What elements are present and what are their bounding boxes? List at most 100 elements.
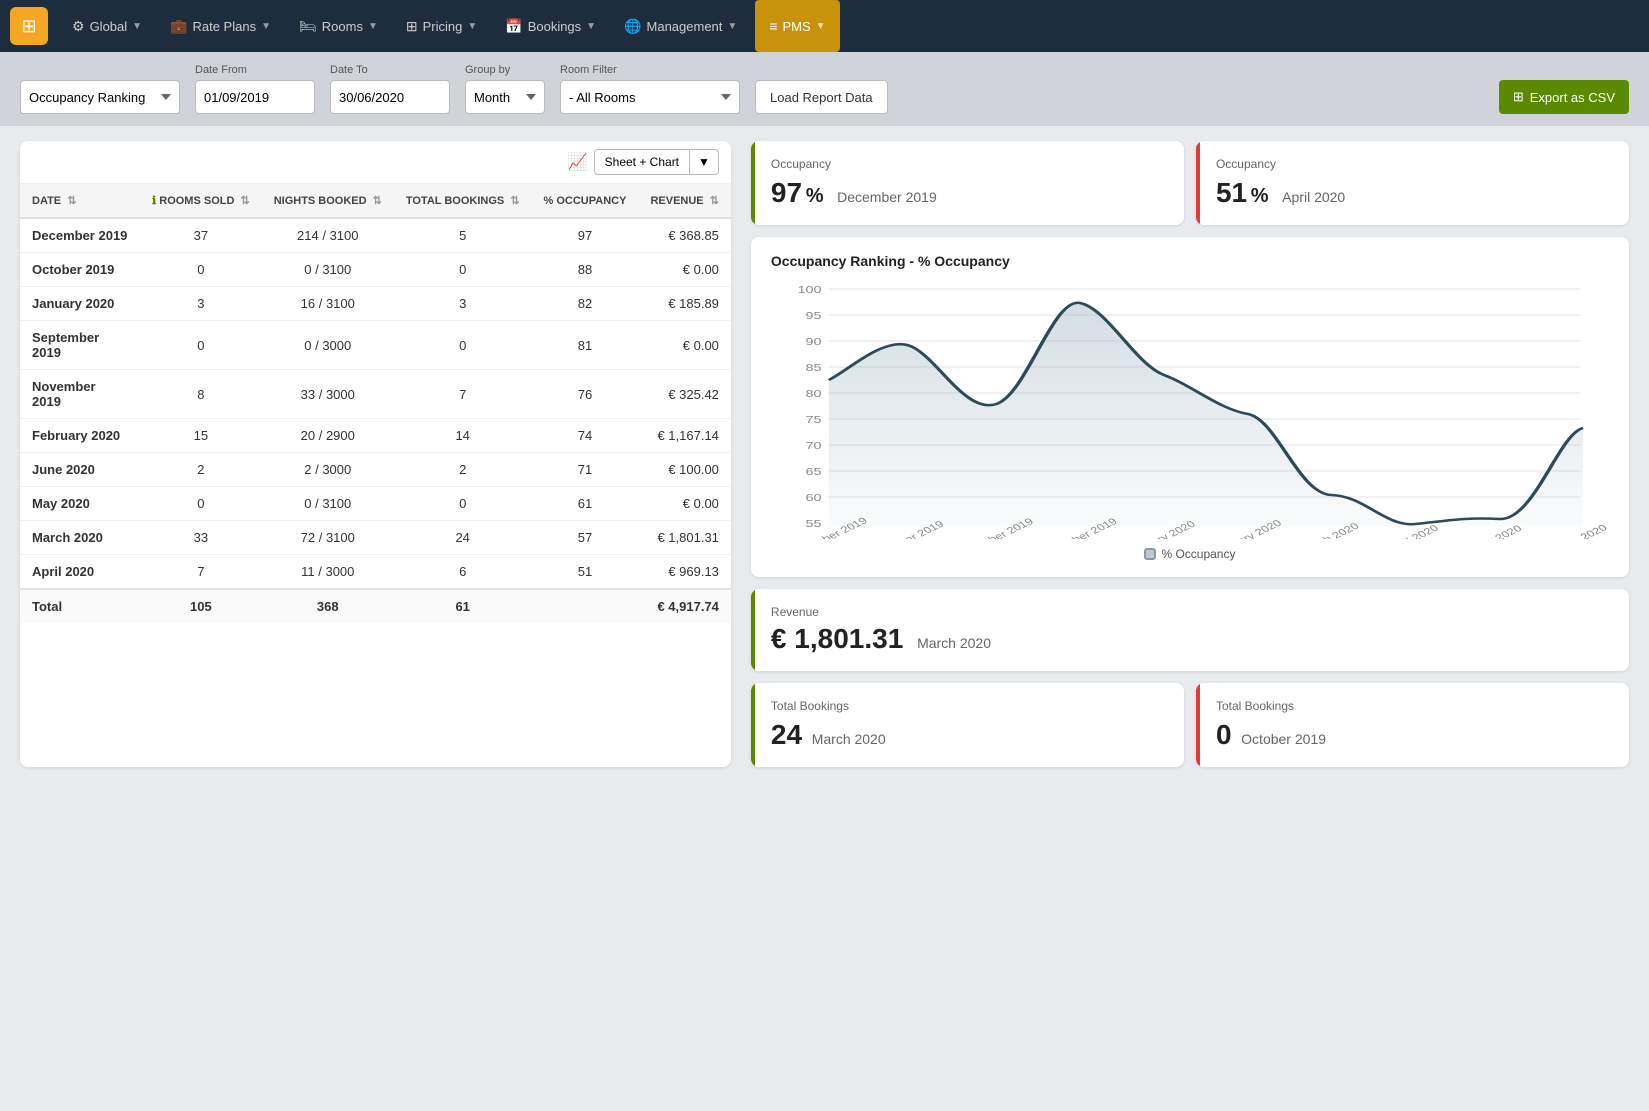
cell-rooms-sold: 0 <box>140 253 262 287</box>
cell-occupancy: 97 <box>532 218 639 253</box>
cell-date: February 2020 <box>20 419 140 453</box>
cell-occupancy: 82 <box>532 287 639 321</box>
col-header-nights-booked[interactable]: NIGHTS BOOKED ⇅ <box>262 184 394 218</box>
rate-plans-chevron: ▼ <box>261 21 271 32</box>
chart-view-dropdown[interactable]: ▼ <box>690 149 719 175</box>
group-by-group: Group by Month <box>465 64 545 114</box>
cell-rooms-sold: 0 <box>140 321 262 370</box>
occupancy-high-date: December 2019 <box>837 189 937 205</box>
cell-nights-booked: 16 / 3100 <box>262 287 394 321</box>
revenue-label: Revenue <box>771 605 1609 619</box>
total-occupancy <box>532 589 639 623</box>
nav-rooms[interactable]: 🛏 Rooms ▼ <box>285 0 392 52</box>
load-report-button[interactable]: Load Report Data <box>755 80 888 114</box>
total-nights-booked: 368 <box>262 589 394 623</box>
bookings-high-value: 24 <box>771 719 802 750</box>
cell-total-bookings: 24 <box>394 521 532 555</box>
bookings-high-values: 24 March 2020 <box>771 719 1164 751</box>
main-content: 📈 Sheet + Chart ▼ DATE ⇅ ℹ ROOMS SOLD ⇅ … <box>0 126 1649 782</box>
svg-text:80: 80 <box>805 388 821 399</box>
table-row: February 2020 15 20 / 2900 14 74 € 1,167… <box>20 419 731 453</box>
nav-rooms-label: Rooms <box>322 19 363 34</box>
cell-nights-booked: 2 / 3000 <box>262 453 394 487</box>
nav-pms-label: PMS <box>782 19 810 34</box>
occupancy-high-card: Occupancy 97 % December 2019 <box>751 141 1184 225</box>
nav-pricing[interactable]: ⊞ Pricing ▼ <box>392 0 491 52</box>
bookings-low-label: Total Bookings <box>1216 699 1609 713</box>
table-row: April 2020 7 11 / 3000 6 51 € 969.13 <box>20 555 731 590</box>
nav-global[interactable]: ⚙ Global ▼ <box>58 0 156 52</box>
cell-occupancy: 76 <box>532 370 639 419</box>
occupancy-svg: 100 95 90 85 80 75 70 65 60 55 <box>771 279 1609 539</box>
chart-view-button[interactable]: Sheet + Chart <box>594 149 690 175</box>
cell-date: March 2020 <box>20 521 140 555</box>
app-logo: ⊞ <box>10 7 48 45</box>
col-header-date[interactable]: DATE ⇅ <box>20 184 140 218</box>
cell-rooms-sold: 0 <box>140 487 262 521</box>
total-revenue: € 4,917.74 <box>638 589 730 623</box>
col-header-revenue[interactable]: REVENUE ⇅ <box>638 184 730 218</box>
table-total-row: Total 105 368 61 € 4,917.74 <box>20 589 731 623</box>
legend-occupancy[interactable]: % Occupancy <box>1144 547 1235 561</box>
svg-text:60: 60 <box>805 492 821 503</box>
bottom-booking-cards: Total Bookings 24 March 2020 Total Booki… <box>751 683 1629 767</box>
date-to-group: Date To <box>330 64 450 114</box>
date-to-input[interactable] <box>330 80 450 114</box>
nav-bookings[interactable]: 📅 Bookings ▼ <box>491 0 610 52</box>
cell-date: May 2020 <box>20 487 140 521</box>
occupancy-low-date: April 2020 <box>1282 189 1345 205</box>
global-icon: ⚙ <box>72 18 85 35</box>
group-by-select[interactable]: Month <box>465 80 545 114</box>
nav-rate-plans[interactable]: 💼 Rate Plans ▼ <box>156 0 285 52</box>
cell-revenue: € 969.13 <box>638 555 730 590</box>
cell-rooms-sold: 37 <box>140 218 262 253</box>
revenue-amount: 1,801.31 <box>794 623 903 654</box>
nav-management[interactable]: 🌐 Management ▼ <box>610 0 751 52</box>
date-to-label: Date To <box>330 64 450 76</box>
load-button-wrapper: Load Report Data <box>755 80 888 114</box>
pricing-chevron: ▼ <box>467 21 477 32</box>
table-row: May 2020 0 0 / 3100 0 61 € 0.00 <box>20 487 731 521</box>
svg-text:55: 55 <box>805 518 821 529</box>
cell-occupancy: 88 <box>532 253 639 287</box>
cell-total-bookings: 0 <box>394 487 532 521</box>
svg-text:90: 90 <box>805 336 821 347</box>
cell-total-bookings: 14 <box>394 419 532 453</box>
bookings-icon: 📅 <box>505 18 522 35</box>
report-type-select[interactable]: Occupancy Ranking <box>20 80 180 114</box>
date-from-input[interactable] <box>195 80 315 114</box>
occupancy-low-value: 51 <box>1216 177 1247 208</box>
col-header-occupancy: % OCCUPANCY <box>532 184 639 218</box>
export-csv-button[interactable]: ⊞ Export as CSV <box>1499 80 1629 114</box>
cell-revenue: € 1,167.14 <box>638 419 730 453</box>
export-icon: ⊞ <box>1513 89 1524 105</box>
col-header-rooms-sold[interactable]: ℹ ROOMS SOLD ⇅ <box>140 184 262 218</box>
col-header-total-bookings[interactable]: TOTAL BOOKINGS ⇅ <box>394 184 532 218</box>
cell-nights-booked: 72 / 3100 <box>262 521 394 555</box>
cell-occupancy: 74 <box>532 419 639 453</box>
svg-text:100: 100 <box>797 284 821 295</box>
cell-rooms-sold: 33 <box>140 521 262 555</box>
cell-revenue: € 325.42 <box>638 370 730 419</box>
cell-rooms-sold: 8 <box>140 370 262 419</box>
nav-pms[interactable]: ≡ PMS ▼ <box>755 0 839 52</box>
cell-total-bookings: 0 <box>394 253 532 287</box>
cell-date: November 2019 <box>20 370 140 419</box>
nav-bookings-label: Bookings <box>528 19 581 34</box>
table-toolbar: 📈 Sheet + Chart ▼ <box>20 141 731 184</box>
cell-date: January 2020 <box>20 287 140 321</box>
cell-nights-booked: 11 / 3000 <box>262 555 394 590</box>
cell-occupancy: 57 <box>532 521 639 555</box>
logo-icon: ⊞ <box>21 16 36 37</box>
cell-total-bookings: 7 <box>394 370 532 419</box>
cell-revenue: € 1,801.31 <box>638 521 730 555</box>
cell-date: April 2020 <box>20 555 140 590</box>
global-chevron: ▼ <box>132 21 142 32</box>
pms-icon: ≡ <box>769 18 777 34</box>
toolbar: Occupancy Ranking Date From Date To Grou… <box>0 52 1649 126</box>
room-filter-select[interactable]: - All Rooms <box>560 80 740 114</box>
export-button-wrapper: ⊞ Export as CSV <box>1499 80 1629 114</box>
revenue-value: € 1,801.31 <box>771 623 911 654</box>
cell-revenue: € 368.85 <box>638 218 730 253</box>
bookings-low-value: 0 <box>1216 719 1232 750</box>
